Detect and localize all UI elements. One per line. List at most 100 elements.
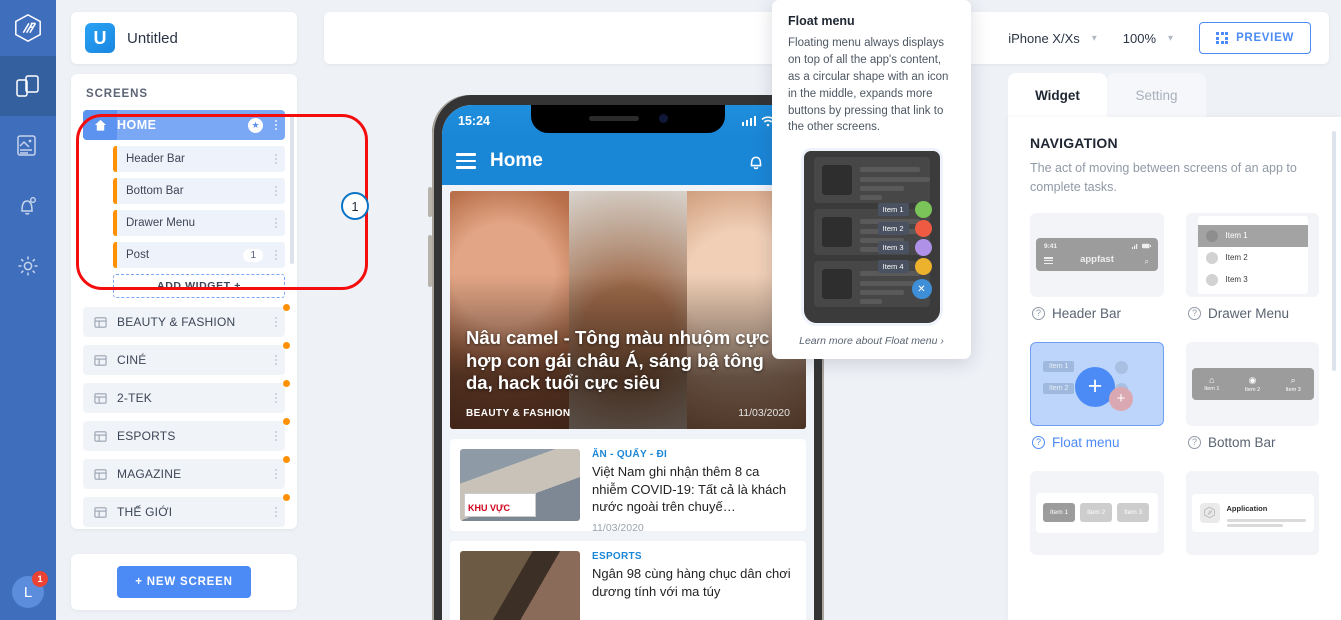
hero-post[interactable]: Nâu camel - Tông màu nhuộm cực hợp con g…	[450, 191, 806, 429]
screen-row-2-tek[interactable]: 2-TEK	[83, 380, 290, 413]
kebab-menu-icon[interactable]	[267, 118, 285, 132]
thumb-drawer-label: Item 3	[1225, 275, 1248, 284]
kebab-menu-icon[interactable]	[267, 315, 285, 329]
media-library-icon	[17, 135, 36, 156]
widget-card-float-menu[interactable]: Item 1 Item 2 + +	[1030, 341, 1164, 426]
thumb-bottom-item: ⌕ Item 3	[1273, 368, 1314, 400]
unsaved-dot	[283, 380, 290, 387]
widget-card-bottom-bar[interactable]: ⌂ Item 1 ◉ Item 2 ⌕ Item 3	[1186, 341, 1319, 426]
float-menu-item-dot	[914, 239, 932, 257]
notification-bell-icon	[21, 196, 36, 215]
phone-feed: Nâu camel - Tông màu nhuộm cực hợp con g…	[442, 185, 814, 620]
kebab-menu-icon[interactable]	[267, 152, 285, 166]
devices-icon	[16, 75, 39, 97]
unsaved-dot	[283, 456, 290, 463]
tab-widget[interactable]: Widget	[1008, 73, 1107, 117]
kebab-menu-icon[interactable]	[267, 216, 285, 230]
notch-speaker	[589, 116, 639, 121]
widget-row-drawer-menu[interactable]: Drawer Menu	[113, 210, 285, 236]
search-icon: ⌕	[1290, 374, 1296, 385]
avatar-badge: 1	[32, 571, 48, 587]
project-card[interactable]: U Untitled	[71, 12, 297, 64]
star-icon[interactable]: ★	[248, 117, 263, 133]
status-time: 15:24	[458, 114, 490, 128]
widget-row-bottom-bar[interactable]: Bottom Bar	[113, 178, 285, 204]
hamburger-menu-icon[interactable]	[456, 153, 476, 169]
thumb-float-label: Item 1	[1043, 360, 1075, 372]
chevron-down-icon: ▾	[1091, 32, 1097, 44]
screen-row-label: CINÉ	[117, 353, 147, 367]
hero-category: BEAUTY & FASHION	[466, 407, 571, 419]
post-thumbnail	[460, 551, 580, 620]
kebab-menu-icon[interactable]	[267, 391, 285, 405]
help-circle-icon[interactable]: ?	[1032, 435, 1045, 449]
help-circle-icon[interactable]: ?	[1188, 306, 1201, 320]
phone-notch	[531, 105, 725, 133]
widget-row-label: Header Bar	[126, 153, 185, 165]
screen-row-magazine[interactable]: MAGAZINE	[83, 456, 290, 489]
float-menu-item-label: Item 1	[877, 203, 909, 217]
kebab-menu-icon[interactable]	[267, 505, 285, 519]
rail-item-notifications[interactable]	[0, 176, 56, 236]
preview-button[interactable]: PREVIEW	[1199, 22, 1311, 54]
kebab-menu-icon[interactable]	[267, 248, 285, 262]
screen-row-esports[interactable]: ESPORTS	[83, 418, 290, 451]
left-icon-rail: L 1	[0, 0, 56, 620]
post-date: 11/03/2020	[592, 521, 644, 534]
screen-row-the-gioi[interactable]: THẾ GIỚI	[83, 494, 290, 527]
panel-scrollbar[interactable]	[1332, 131, 1336, 371]
widget-card-app-bar[interactable]: Application	[1186, 470, 1319, 555]
add-widget-button[interactable]: ADD WIDGET +	[113, 274, 285, 298]
app-logo[interactable]	[0, 0, 56, 56]
float-menu-item-label: Item 4	[877, 260, 909, 274]
help-circle-icon[interactable]: ?	[1032, 306, 1045, 320]
screen-row-cine[interactable]: CINÉ	[83, 342, 290, 375]
kebab-menu-icon[interactable]	[267, 467, 285, 481]
widget-card-label: Drawer Menu	[1208, 305, 1290, 321]
post-list-item[interactable]: ESPORTS Ngân 98 cùng hàng chục dân chơi …	[450, 541, 806, 620]
editor-canvas: iPhone X/Xs ▾ 100% ▾ PREVIEW 15:24 Home …	[312, 0, 1341, 620]
zoom-selector[interactable]: 100% ▾	[1123, 31, 1173, 46]
phone-preview-frame: 15:24 Home Nâu camel - Tông màu nhuộm cự…	[428, 95, 824, 620]
avatar-initial: L	[23, 583, 33, 601]
kebab-menu-icon[interactable]	[267, 353, 285, 367]
notch-camera	[659, 114, 668, 123]
account-icon: ◉	[1248, 374, 1257, 385]
thumb-bottom-item: ⌂ Item 1	[1192, 368, 1233, 400]
widget-grid: 9:41 appfast ⌕ ? Header Bar Item 1 Item …	[1030, 212, 1319, 555]
qr-code-icon	[1216, 32, 1229, 44]
unsaved-dot	[284, 110, 285, 113]
tooltip-learn-more-link[interactable]: Learn more about Float menu ›	[788, 335, 955, 347]
float-menu-plus-ghost-icon: +	[1109, 386, 1133, 411]
device-selector[interactable]: iPhone X/Xs ▾	[1008, 31, 1097, 46]
widget-row-count: 1	[243, 248, 263, 262]
screen-row-home[interactable]: HOME ★	[83, 110, 285, 140]
widget-panel-body: NAVIGATION The act of moving between scr…	[1008, 117, 1341, 620]
widget-card-tab-bar[interactable]: Item 1 Item 2 Item 3	[1030, 470, 1164, 555]
help-circle-icon[interactable]: ?	[1188, 435, 1201, 449]
rail-item-media[interactable]	[0, 116, 56, 176]
sidebar-scrollbar[interactable]	[290, 114, 294, 264]
appfast-logo-icon	[1199, 502, 1220, 523]
kebab-menu-icon[interactable]	[267, 429, 285, 443]
thumb-drawer-item: Item 1	[1197, 224, 1308, 247]
kebab-menu-icon[interactable]	[267, 184, 285, 198]
screen-row-beauty-fashion[interactable]: BEAUTY & FASHION	[83, 304, 290, 337]
widget-row-post[interactable]: Post 1	[113, 242, 285, 268]
bell-icon[interactable]	[746, 151, 766, 171]
avatar[interactable]: L 1	[12, 571, 48, 608]
thumb-drawer-item: Item 2	[1198, 247, 1308, 269]
float-menu-item-label: Item 3	[877, 241, 909, 255]
screen-row-label: ESPORTS	[117, 429, 176, 443]
widget-card-drawer-menu[interactable]: Item 1 Item 2 Item 3	[1186, 212, 1319, 297]
widget-card-header-bar[interactable]: 9:41 appfast ⌕	[1030, 212, 1164, 297]
new-screen-button[interactable]: + NEW SCREEN	[117, 566, 251, 598]
widget-row-header-bar[interactable]: Header Bar	[113, 146, 285, 172]
rail-item-settings[interactable]	[0, 236, 56, 296]
tab-setting[interactable]: Setting	[1107, 73, 1206, 117]
annotation-marker-1: 1	[341, 192, 369, 220]
post-list-item[interactable]: KHU VỰC ĂN - QUẤY - ĐI Việt Nam ghi nhận…	[450, 439, 806, 534]
device-selector-value: iPhone X/Xs	[1008, 30, 1080, 46]
screen-row-label: 2-TEK	[117, 391, 153, 405]
rail-item-screens[interactable]	[0, 56, 56, 116]
